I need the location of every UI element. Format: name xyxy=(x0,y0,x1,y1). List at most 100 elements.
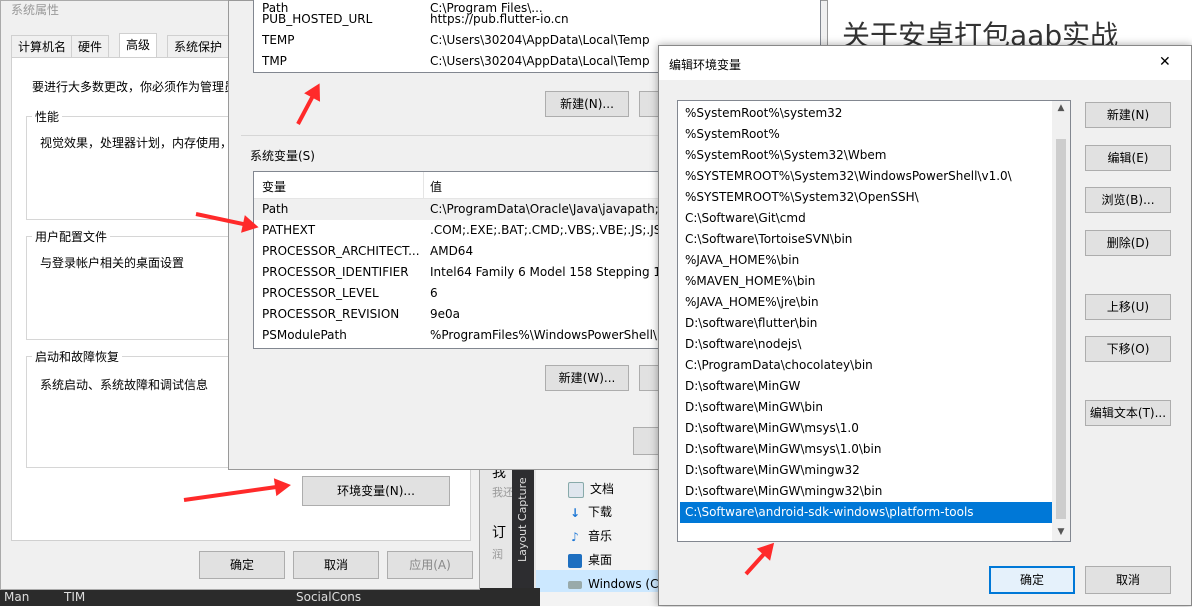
explorer-item-label: Windows (C xyxy=(588,577,659,591)
taskbar-item[interactable]: SocialCons xyxy=(296,590,361,604)
desktop-icon xyxy=(568,553,582,568)
dialog-cancel-button[interactable]: 取消 xyxy=(1085,566,1171,594)
variable-name: PROCESSOR_IDENTIFIER xyxy=(262,265,409,279)
explorer-item-downloads[interactable]: ↓ 下载 xyxy=(568,501,612,523)
explorer-side-text: 订 xyxy=(492,525,506,541)
path-list-item[interactable]: %SYSTEMROOT%\System32\OpenSSH\ xyxy=(680,187,1052,208)
path-list-item[interactable]: D:\software\MinGW xyxy=(680,376,1052,397)
path-list-item[interactable]: D:\software\nodejs\ xyxy=(680,334,1052,355)
variable-name: PROCESSOR_ARCHITECT... xyxy=(262,244,420,258)
column-header-value[interactable]: 值 xyxy=(430,178,442,195)
variable-name: Path xyxy=(262,202,289,216)
close-icon[interactable]: ✕ xyxy=(1159,54,1171,70)
system-new-button[interactable]: 新建(W)... xyxy=(545,365,629,391)
scroll-down-icon[interactable]: ▼ xyxy=(1052,527,1070,537)
taskbar-item[interactable]: TIM xyxy=(64,590,85,604)
download-icon: ↓ xyxy=(569,505,581,520)
environment-variables-button[interactable]: 环境变量(N)... xyxy=(302,476,450,506)
variable-value: https://pub.flutter-io.cn xyxy=(430,12,569,26)
explorer-item-music[interactable]: ♪ 音乐 xyxy=(568,525,612,547)
user-profile-title: 用户配置文件 xyxy=(32,228,111,245)
variable-name: TMP xyxy=(262,54,287,68)
startup-desc: 系统启动、系统故障和调试信息 xyxy=(40,378,209,392)
explorer-item-drive-c[interactable]: Windows (C xyxy=(568,573,658,595)
dialog-ok-button[interactable]: 确定 xyxy=(989,566,1075,594)
admin-note: 要进行大多数更改，你必须作为管理员 xyxy=(32,80,237,94)
path-list-item[interactable]: D:\software\flutter\bin xyxy=(680,313,1052,334)
drive-icon xyxy=(568,580,582,589)
path-list-item[interactable]: D:\software\MinGW\msys\1.0\bin xyxy=(680,439,1052,460)
variable-name: PROCESSOR_LEVEL xyxy=(262,286,379,300)
explorer-item-label: 文档 xyxy=(590,482,615,496)
path-list-item[interactable]: C:\ProgramData\chocolatey\bin xyxy=(680,355,1052,376)
variable-value: Intel64 Family 6 Model 158 Stepping 10 xyxy=(430,265,658,279)
taskbar-item[interactable]: Man xyxy=(4,590,29,604)
music-icon: ♪ xyxy=(571,529,579,544)
variable-value: .COM;.EXE;.BAT;.CMD;.VBS;.VBE;.JS;.JSE; xyxy=(430,223,658,237)
delete-button[interactable]: 删除(D) xyxy=(1085,230,1171,256)
system-variables-title: 系统变量(S) xyxy=(247,147,318,164)
user-profile-desc: 与登录帐户相关的桌面设置 xyxy=(40,256,185,270)
variable-name: PATHEXT xyxy=(262,223,316,237)
explorer-side-text: 润 xyxy=(492,548,503,561)
browse-button[interactable]: 浏览(B)... xyxy=(1085,187,1171,213)
path-list-item[interactable]: D:\software\MinGW\msys\1.0 xyxy=(680,418,1052,439)
layout-capture-label: Layout Capture xyxy=(516,477,529,562)
explorer-item-label: 桌面 xyxy=(588,553,613,567)
path-list-item[interactable]: %SystemRoot% xyxy=(680,124,1052,145)
variable-value: AMD64 xyxy=(430,244,474,258)
column-divider xyxy=(423,172,424,198)
edit-environment-variable-dialog: 编辑环境变量 ✕ %SystemRoot%\system32 %SystemRoo… xyxy=(658,45,1192,606)
move-up-button[interactable]: 上移(U) xyxy=(1085,294,1171,320)
scrollbar[interactable]: ▲ ▼ xyxy=(1052,101,1070,541)
path-list-item[interactable]: %SystemRoot%\system32 xyxy=(680,103,1052,124)
variable-name: TEMP xyxy=(262,33,295,47)
tab-hardware[interactable]: 硬件 xyxy=(71,35,110,58)
window-title: 系统属性 xyxy=(11,3,60,17)
explorer-item-desktop[interactable]: 桌面 xyxy=(568,549,612,571)
explorer-item-documents[interactable]: 文档 xyxy=(568,478,614,500)
cancel-button[interactable]: 取消 xyxy=(293,551,379,579)
tab-computer-name[interactable]: 计算机名 xyxy=(11,35,74,58)
tab-advanced[interactable]: 高级 xyxy=(119,33,158,59)
edit-text-button[interactable]: 编辑文本(T)... xyxy=(1085,400,1171,426)
document-icon xyxy=(568,481,584,498)
explorer-item-label: 音乐 xyxy=(588,529,613,543)
variable-name: PROCESSOR_REVISION xyxy=(262,307,400,321)
column-header-variable[interactable]: 变量 xyxy=(262,178,286,195)
path-list-item[interactable]: %SystemRoot%\System32\Wbem xyxy=(680,145,1052,166)
path-list-item[interactable]: D:\software\MinGW\bin xyxy=(680,397,1052,418)
path-list-item[interactable]: C:\Software\TortoiseSVN\bin xyxy=(680,229,1052,250)
scroll-up-icon[interactable]: ▲ xyxy=(1052,103,1070,113)
path-list-item[interactable]: %JAVA_HOME%\bin xyxy=(680,250,1052,271)
layout-capture-tab[interactable]: Layout Capture xyxy=(512,462,534,606)
move-down-button[interactable]: 下移(O) xyxy=(1085,336,1171,362)
tab-system-protection[interactable]: 系统保护 xyxy=(167,35,230,58)
variable-value: 9e0a xyxy=(430,307,461,321)
variable-name: PUB_HOSTED_URL xyxy=(262,12,373,26)
path-list-item[interactable]: %SYSTEMROOT%\System32\WindowsPowerShell\… xyxy=(680,166,1052,187)
startup-title: 启动和故障恢复 xyxy=(32,348,123,365)
variable-value: 6 xyxy=(430,286,438,300)
variable-value: %ProgramFiles%\WindowsPowerShell\M xyxy=(430,328,658,342)
path-list-item[interactable]: C:\Software\Git\cmd xyxy=(680,208,1052,229)
path-list[interactable]: %SystemRoot%\system32 %SystemRoot% %System… xyxy=(677,100,1071,542)
user-new-button[interactable]: 新建(N)... xyxy=(545,91,629,117)
path-list-item[interactable]: %MAVEN_HOME%\bin xyxy=(680,271,1052,292)
performance-desc: 视觉效果，处理器计划，内存使用， xyxy=(40,136,233,150)
path-list-item[interactable]: D:\software\MinGW\mingw32 xyxy=(680,460,1052,481)
path-list-item[interactable]: D:\software\MinGW\mingw32\bin xyxy=(680,481,1052,502)
path-list-item[interactable]: C:\Software\android-sdk-windows\platform… xyxy=(679,501,1053,524)
scrollbar-thumb[interactable] xyxy=(1056,139,1066,519)
table-row[interactable]: PUB_HOSTED_URL https://pub.flutter-io.cn xyxy=(254,9,820,30)
variable-value: C:\ProgramData\Oracle\Java\javapath;C xyxy=(430,202,658,216)
dialog-title: 编辑环境变量 xyxy=(669,58,742,72)
path-list-item[interactable]: %JAVA_HOME%\jre\bin xyxy=(680,292,1052,313)
explorer-side-text: 我还 xyxy=(492,486,514,499)
performance-title: 性能 xyxy=(32,108,63,125)
ok-button[interactable]: 确定 xyxy=(199,551,285,579)
edit-button[interactable]: 编辑(E) xyxy=(1085,145,1171,171)
variable-name: PSModulePath xyxy=(262,328,347,342)
apply-button[interactable]: 应用(A) xyxy=(387,551,473,579)
new-button[interactable]: 新建(N) xyxy=(1085,102,1171,128)
